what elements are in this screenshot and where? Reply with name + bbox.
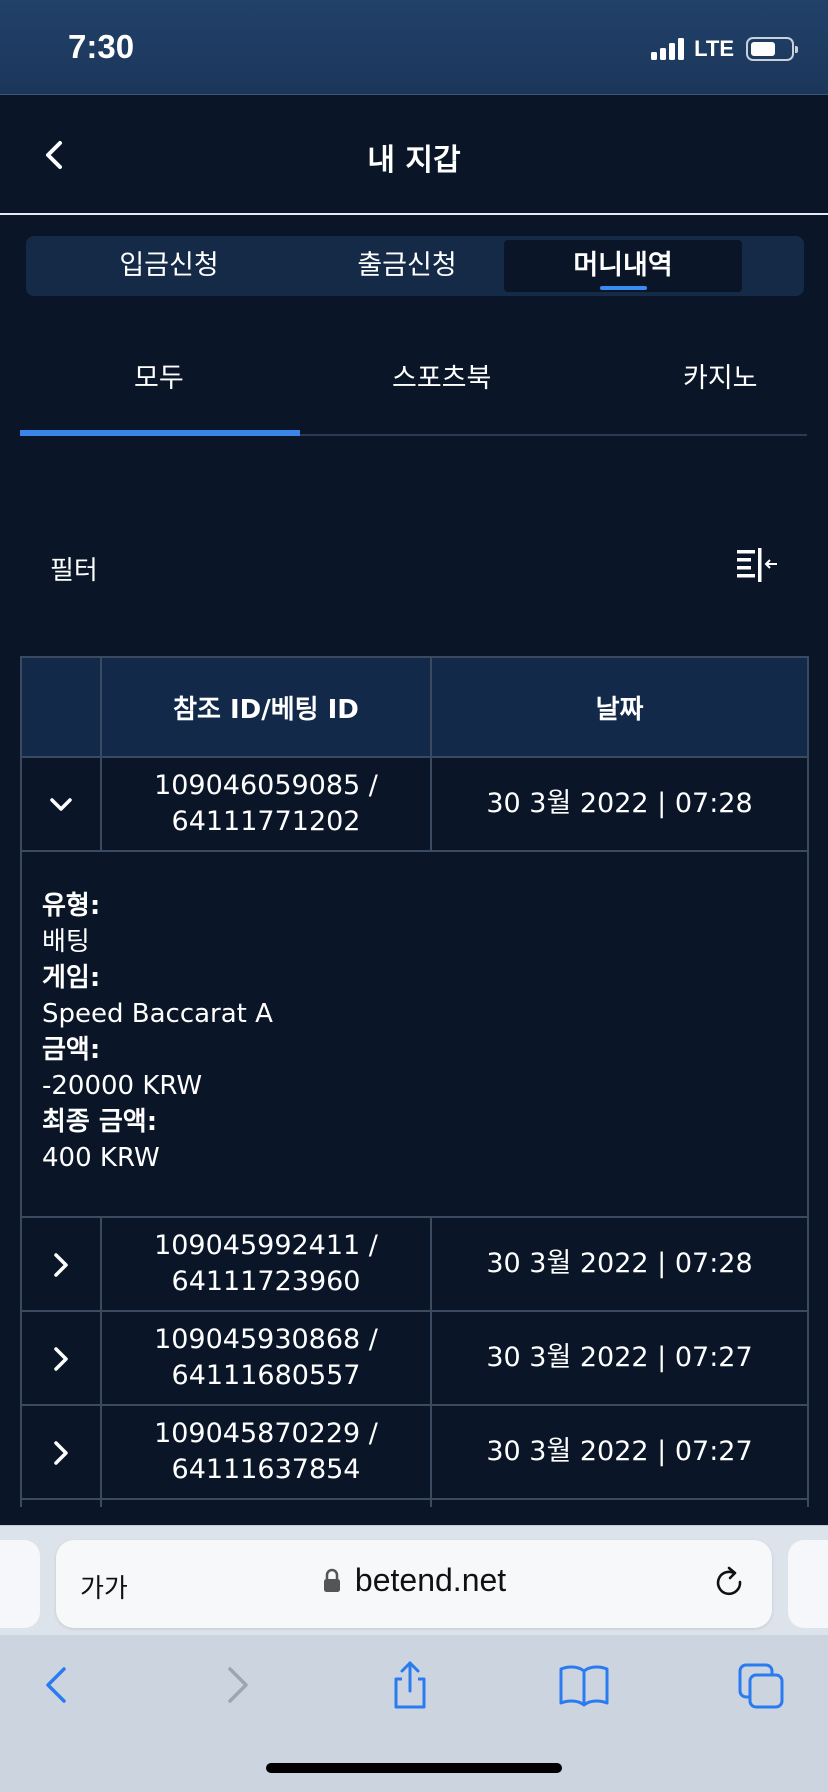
expand-row-button[interactable]: [20, 1404, 102, 1500]
date-cell: 30 3월 2022 | 07:27: [430, 1404, 809, 1500]
date-cell: 30 3월 2022 | 07:28: [430, 756, 809, 852]
detail-type-label: 유형:: [42, 891, 101, 921]
table-row[interactable]: 109046059085 / 64111771202 30 3월 2022 | …: [20, 756, 809, 852]
tab-all[interactable]: 모두: [134, 356, 184, 395]
url-text: betend.net: [354, 1562, 507, 1598]
tabs-icon[interactable]: [734, 1657, 790, 1713]
wallet-segment-tabs: 입금신청 출금신청 머니내역: [26, 236, 804, 296]
lock-icon: [323, 1568, 340, 1592]
table-header-row: 참조 ID/베팅 ID 날짜: [20, 656, 809, 758]
filter-toggle-button[interactable]: [735, 547, 779, 583]
table-row[interactable]: 109045992411 / 64111723960 30 3월 2022 | …: [20, 1216, 809, 1312]
active-subtab-indicator: [20, 430, 300, 436]
date-cell: 30 3월 2022 | 07:28: [430, 1216, 809, 1312]
table-row[interactable]: 109045930868 / 64111680557 30 3월 2022 | …: [20, 1310, 809, 1406]
bet-id: 64111723960: [171, 1266, 361, 1297]
previous-tab-preview[interactable]: [0, 1540, 40, 1628]
reload-icon[interactable]: [712, 1564, 748, 1604]
page-title: 내 지갑: [367, 143, 461, 178]
url-display[interactable]: betend.net: [56, 1562, 772, 1599]
ref-id: 109045930868 /: [154, 1324, 378, 1355]
header-expand: [20, 656, 102, 758]
ref-id: 109046059085 /: [154, 770, 378, 801]
detail-amount-label: 금액:: [42, 1035, 101, 1065]
detail-game-label: 게임:: [42, 963, 101, 993]
row-detail-content: 유형: 배팅 게임: Speed Baccarat A 금액: -20000 K…: [20, 850, 809, 1218]
status-bar: 7:30 LTE: [0, 0, 828, 95]
browser-address-area: 가가 betend.net: [0, 1525, 828, 1635]
tab-casino[interactable]: 카지노: [683, 356, 758, 395]
date-cell: 30 3월 2022 | 07:27: [430, 1310, 809, 1406]
ref-bet-id-cell: 109045992411 / 64111723960: [100, 1216, 432, 1312]
ref-bet-id-cell: 109045870229 / 64111637854: [100, 1404, 432, 1500]
chevron-right-icon: [54, 1440, 68, 1465]
tab-sportsbook[interactable]: 스포츠북: [392, 356, 491, 395]
status-indicators: LTE: [651, 36, 798, 62]
expand-row-button[interactable]: [20, 1216, 102, 1312]
bet-id: 64111771202: [171, 806, 361, 837]
detail-amount-value: -20000 KRW: [42, 1071, 203, 1101]
app-header: 내 지갑: [0, 95, 828, 215]
home-indicator: [266, 1763, 562, 1773]
tab-deposit-request[interactable]: 입금신청: [50, 240, 288, 292]
header-date: 날짜: [430, 656, 809, 758]
chevron-right-icon: [54, 1252, 68, 1277]
back-arrow-icon[interactable]: [30, 1657, 86, 1713]
address-bar[interactable]: 가가 betend.net: [56, 1540, 772, 1628]
ref-bet-id-cell: 109046059085 / 64111771202: [100, 756, 432, 852]
detail-type-value: 배팅: [42, 927, 90, 957]
status-time: 7:30: [68, 28, 135, 65]
money-history-table: 참조 ID/베팅 ID 날짜 109046059085 / 6411177120…: [20, 656, 809, 1507]
expand-row-button[interactable]: [20, 1310, 102, 1406]
header-ref-bet-id: 참조 ID/베팅 ID: [100, 656, 432, 758]
ref-id: 109045870229 /: [154, 1418, 378, 1449]
detail-game-value: Speed Baccarat A: [42, 999, 273, 1029]
bet-id: 64111680557: [171, 1360, 361, 1391]
bookmarks-icon[interactable]: [556, 1657, 612, 1713]
bet-id: 64111637854: [171, 1454, 361, 1485]
detail-final-label: 최종 금액:: [42, 1107, 158, 1137]
row-detail: 유형: 배팅 게임: Speed Baccarat A 금액: -20000 K…: [20, 850, 809, 1218]
chevron-right-icon: [54, 1346, 68, 1371]
tab-money-history-label: 머니내역: [573, 250, 673, 281]
table-row-partial: [20, 1498, 809, 1507]
chevron-down-icon: [50, 797, 72, 811]
ref-bet-id-cell: 109045930868 / 64111680557: [100, 1310, 432, 1406]
filter-collapse-icon: [737, 548, 777, 582]
next-tab-preview[interactable]: [788, 1540, 828, 1628]
share-icon[interactable]: [382, 1657, 438, 1713]
ref-id: 109045992411 /: [154, 1230, 378, 1261]
collapse-row-button[interactable]: [20, 756, 102, 852]
forward-arrow-icon[interactable]: [208, 1657, 264, 1713]
category-tabs: 모두 스포츠북 카지노: [20, 330, 807, 436]
battery-icon: [746, 37, 798, 61]
detail-final-value: 400 KRW: [42, 1143, 160, 1173]
network-type: LTE: [694, 36, 734, 61]
filter-label: 필터: [50, 556, 98, 586]
tab-withdraw-request[interactable]: 출금신청: [288, 240, 526, 292]
signal-icon: [651, 38, 685, 60]
active-tab-underline: [600, 286, 647, 290]
tab-money-history[interactable]: 머니내역: [504, 240, 742, 292]
table-row[interactable]: 109045870229 / 64111637854 30 3월 2022 | …: [20, 1404, 809, 1500]
